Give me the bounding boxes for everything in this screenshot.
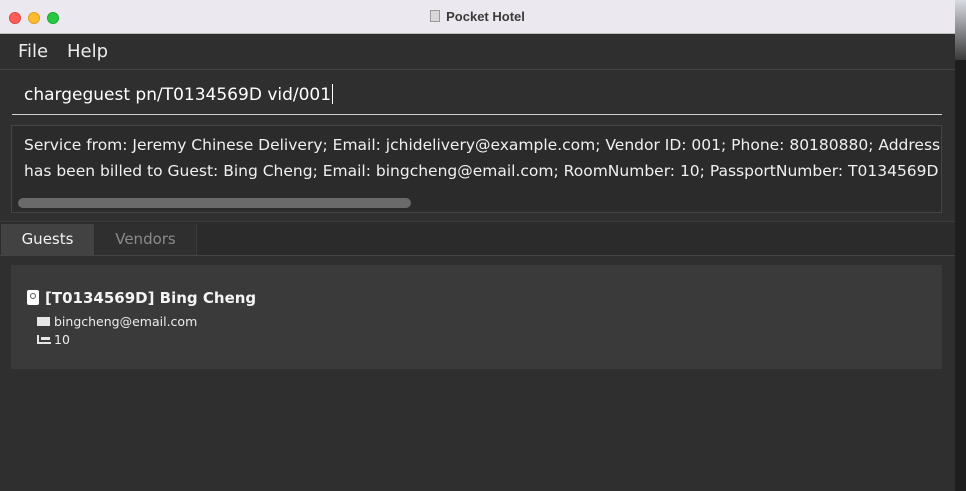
mail-icon bbox=[37, 317, 50, 326]
result-line-1: Service from: Jeremy Chinese Delivery; E… bbox=[24, 136, 942, 154]
guest-card[interactable]: [T0134569D] Bing Cheng bingcheng@email.c… bbox=[11, 265, 942, 369]
menu-file[interactable]: File bbox=[18, 41, 48, 62]
text-caret bbox=[332, 84, 334, 104]
window-title-wrap: Pocket Hotel bbox=[0, 9, 955, 24]
scrollbar-thumb[interactable] bbox=[18, 198, 411, 208]
result-line-2: has been billed to Guest: Bing Cheng; Em… bbox=[24, 162, 939, 180]
document-icon bbox=[430, 10, 441, 22]
result-display: Service from: Jeremy Chinese Delivery; E… bbox=[11, 125, 942, 213]
window-title: Pocket Hotel bbox=[446, 9, 525, 24]
guest-room: 10 bbox=[54, 332, 70, 347]
guest-room-row: 10 bbox=[37, 332, 70, 347]
menu-help[interactable]: Help bbox=[67, 41, 108, 62]
title-bar: Pocket Hotel bbox=[0, 0, 955, 34]
command-input[interactable]: chargeguest pn/T0134569D vid/001 bbox=[12, 78, 942, 115]
bed-icon bbox=[37, 335, 51, 344]
guest-list: [T0134569D] Bing Cheng bingcheng@email.c… bbox=[0, 256, 955, 491]
background-window-strip bbox=[955, 0, 966, 60]
guest-email: bingcheng@email.com bbox=[54, 314, 198, 329]
guest-email-row: bingcheng@email.com bbox=[37, 314, 197, 329]
tab-vendors[interactable]: Vendors bbox=[95, 224, 197, 255]
guest-header: [T0134569D] Bing Cheng bbox=[45, 289, 257, 307]
guest-header-row: [T0134569D] Bing Cheng bbox=[27, 289, 256, 307]
background-window-edge bbox=[955, 0, 966, 491]
result-horizontal-scrollbar[interactable] bbox=[18, 198, 936, 208]
command-text-wrap: chargeguest pn/T0134569D vid/001 bbox=[24, 84, 334, 105]
app-window: Pocket Hotel File Help chargeguest pn/T0… bbox=[0, 0, 955, 491]
menu-bar: File Help bbox=[0, 34, 955, 70]
passport-icon bbox=[27, 290, 39, 305]
tab-guests[interactable]: Guests bbox=[1, 224, 94, 255]
tab-bar: Guests Vendors bbox=[0, 221, 955, 256]
command-value: chargeguest pn/T0134569D vid/001 bbox=[24, 85, 332, 105]
